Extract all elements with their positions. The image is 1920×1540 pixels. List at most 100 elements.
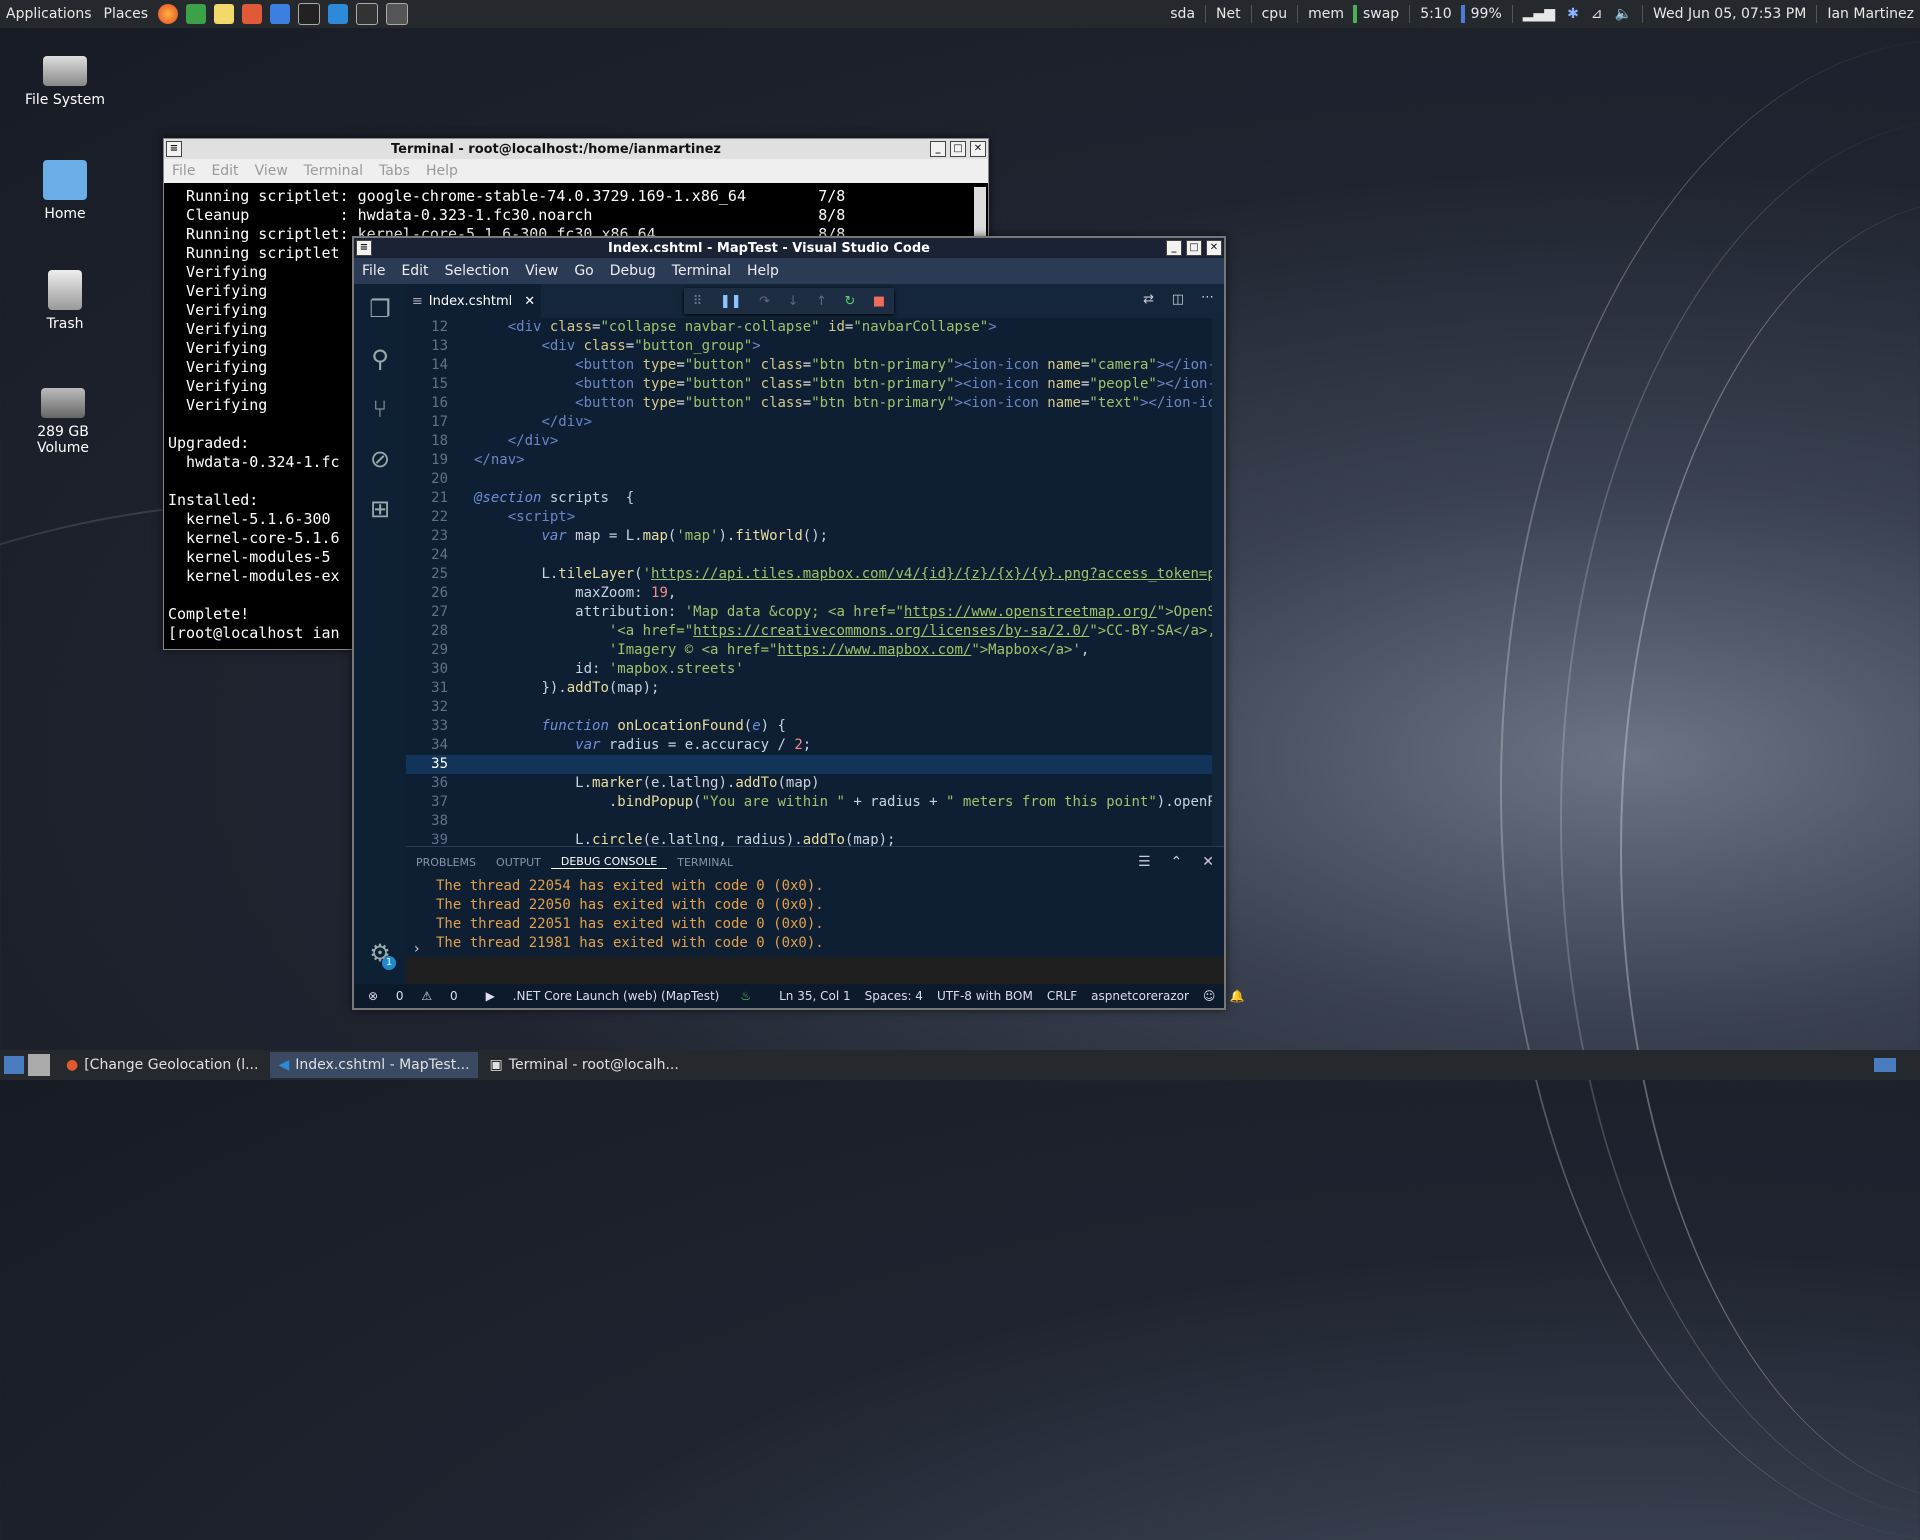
- panel-tab-output[interactable]: OUTPUT: [486, 856, 551, 869]
- code-line[interactable]: 38: [406, 812, 1224, 831]
- step-out-icon[interactable]: ↑: [816, 294, 827, 309]
- code-line[interactable]: 13 <div class="button_group">: [406, 337, 1224, 356]
- code-line[interactable]: 29 'Imagery © <a href="https://www.mapbo…: [406, 641, 1224, 660]
- terminal-icon[interactable]: [356, 3, 379, 25]
- drag-handle-icon[interactable]: ⠿: [693, 294, 703, 309]
- volume-icon[interactable]: 🔈: [1609, 6, 1638, 22]
- window-menu-icon[interactable]: ≡: [166, 141, 182, 157]
- tab-index-cshtml[interactable]: ≡ Index.cshtml ✕: [406, 284, 541, 318]
- terminal-titlebar[interactable]: ≡ Terminal - root@localhost:/home/ianmar…: [164, 139, 988, 159]
- terminal-menu-edit[interactable]: Edit: [203, 163, 246, 179]
- code-line[interactable]: 27 attribution: 'Map data &copy; <a href…: [406, 603, 1224, 622]
- notifications-icon[interactable]: 🔔: [1222, 989, 1251, 1003]
- user-menu[interactable]: Ian Martinez: [1821, 6, 1920, 22]
- calculator-icon[interactable]: [386, 3, 409, 25]
- places-menu[interactable]: Places: [98, 6, 155, 22]
- console-prompt[interactable]: ›: [414, 941, 420, 957]
- menu-go[interactable]: Go: [566, 263, 601, 279]
- code-line[interactable]: 37 .bindPopup("You are within " + radius…: [406, 793, 1224, 812]
- document-icon[interactable]: [270, 4, 291, 24]
- desktop-icon-trash[interactable]: Trash: [10, 270, 120, 332]
- pause-icon[interactable]: ❚❚: [720, 294, 742, 309]
- code-line[interactable]: 26 maxZoom: 19,: [406, 584, 1224, 603]
- terminal-menu-help[interactable]: Help: [418, 163, 466, 179]
- panel-tab-problems[interactable]: PROBLEMS: [406, 856, 486, 869]
- vscode-window[interactable]: ≡ Index.cshtml - MapTest - Visual Studio…: [352, 236, 1244, 1010]
- applications-menu[interactable]: Applications: [0, 6, 98, 22]
- network-icon[interactable]: ⊿: [1585, 6, 1609, 22]
- explorer-icon[interactable]: ❐: [354, 284, 406, 334]
- desktop-icon-volume[interactable]: 289 GB Volume: [8, 388, 118, 456]
- code-line[interactable]: 35: [406, 755, 1224, 774]
- notes-icon[interactable]: [214, 4, 235, 24]
- step-into-icon[interactable]: ↓: [788, 294, 799, 309]
- code-line[interactable]: 30 id: 'mapbox.streets': [406, 660, 1224, 679]
- firefox-icon[interactable]: [158, 4, 179, 24]
- task-vscode[interactable]: ◀ Index.cshtml - MapTest...: [270, 1052, 478, 1078]
- terminal-menu-file[interactable]: File: [164, 163, 203, 179]
- maximize-button[interactable]: □: [950, 141, 966, 157]
- debug-console-output[interactable]: The thread 22054 has exited with code 0 …: [406, 877, 1224, 953]
- code-line[interactable]: 32: [406, 698, 1224, 717]
- code-line[interactable]: 34 var radius = e.accuracy / 2;: [406, 736, 1224, 755]
- split-editor-icon[interactable]: ◫: [1172, 292, 1184, 307]
- clear-console-icon[interactable]: ☰: [1128, 854, 1161, 870]
- code-line[interactable]: 16 <button type="button" class="btn btn-…: [406, 394, 1224, 413]
- task-terminal[interactable]: ▣ Terminal - root@localh...: [482, 1052, 687, 1078]
- feedback-icon[interactable]: ☺: [1196, 989, 1223, 1003]
- source-control-icon[interactable]: ⑂: [354, 384, 406, 434]
- indentation-status[interactable]: Spaces: 4: [858, 989, 930, 1003]
- code-line[interactable]: 14 <button type="button" class="btn btn-…: [406, 356, 1224, 375]
- panel-tab-debug-console[interactable]: DEBUG CONSOLE: [550, 855, 668, 869]
- more-actions-icon[interactable]: ⋯: [1201, 290, 1214, 305]
- menu-view[interactable]: View: [517, 263, 566, 279]
- code-line[interactable]: 22 <script>: [406, 508, 1224, 527]
- vscode-titlebar[interactable]: ≡ Index.cshtml - MapTest - Visual Studio…: [354, 238, 1224, 258]
- code-line[interactable]: 17 </div>: [406, 413, 1224, 432]
- search-icon[interactable]: ⚲: [354, 334, 406, 384]
- debug-icon[interactable]: ⊘: [354, 434, 406, 484]
- clock[interactable]: Wed Jun 05, 07:53 PM: [1647, 6, 1812, 22]
- menu-debug[interactable]: Debug: [602, 263, 664, 279]
- desktop-icon-file-system[interactable]: File System: [10, 50, 120, 108]
- spreadsheet-icon[interactable]: [186, 4, 207, 24]
- workspace-switcher-icon[interactable]: [1874, 1058, 1896, 1072]
- minimize-button[interactable]: _: [1166, 240, 1182, 256]
- editor-scrollbar[interactable]: [1212, 318, 1224, 846]
- panel-tab-terminal[interactable]: TERMINAL: [667, 856, 743, 869]
- maximize-panel-icon[interactable]: ⌃: [1161, 854, 1193, 870]
- extensions-icon[interactable]: ⊞: [354, 484, 406, 534]
- code-line[interactable]: 39 L.circle(e.latlng, radius).addTo(map)…: [406, 831, 1224, 846]
- problems-status[interactable]: ⊗ 0 ⚠ 0: [354, 989, 472, 1003]
- code-line[interactable]: 12 <div class="collapse navbar-collapse"…: [406, 318, 1224, 337]
- code-line[interactable]: 23 var map = L.map('map').fitWorld();: [406, 527, 1224, 546]
- desktop-icon-home[interactable]: Home: [10, 160, 120, 222]
- code-line[interactable]: 31 }).addTo(map);: [406, 679, 1224, 698]
- close-button[interactable]: ✕: [970, 141, 986, 157]
- menu-help[interactable]: Help: [739, 263, 787, 279]
- step-over-icon[interactable]: ↷: [759, 294, 770, 309]
- code-line[interactable]: 24: [406, 546, 1224, 565]
- code-line[interactable]: 25 L.tileLayer('https://api.tiles.mapbox…: [406, 565, 1224, 584]
- encoding-status[interactable]: UTF-8 with BOM: [930, 989, 1040, 1003]
- vscode-icon[interactable]: [328, 4, 349, 24]
- flame-icon[interactable]: ♨: [733, 989, 758, 1003]
- inkscape-icon[interactable]: [298, 3, 321, 25]
- terminal-menu-view[interactable]: View: [247, 163, 296, 179]
- debug-launch-status[interactable]: ▶ .NET Core Launch (web) (MapTest): [472, 989, 734, 1003]
- close-panel-icon[interactable]: ✕: [1192, 854, 1224, 870]
- code-line[interactable]: 20: [406, 470, 1224, 489]
- tab-close-icon[interactable]: ✕: [524, 294, 535, 309]
- bluetooth-icon[interactable]: ✱: [1561, 6, 1585, 22]
- cursor-position[interactable]: Ln 35, Col 1: [772, 989, 858, 1003]
- menu-selection[interactable]: Selection: [437, 263, 518, 279]
- stop-icon[interactable]: ■: [873, 294, 885, 309]
- minimize-button[interactable]: _: [930, 141, 946, 157]
- code-line[interactable]: 28 '<a href="https://creativecommons.org…: [406, 622, 1224, 641]
- code-line[interactable]: 33 function onLocationFound(e) {: [406, 717, 1224, 736]
- code-line[interactable]: 15 <button type="button" class="btn btn-…: [406, 375, 1224, 394]
- maximize-button[interactable]: □: [1186, 240, 1202, 256]
- code-line[interactable]: 19 </nav>: [406, 451, 1224, 470]
- menu-file[interactable]: File: [354, 263, 393, 279]
- language-mode[interactable]: aspnetcorerazor: [1084, 989, 1196, 1003]
